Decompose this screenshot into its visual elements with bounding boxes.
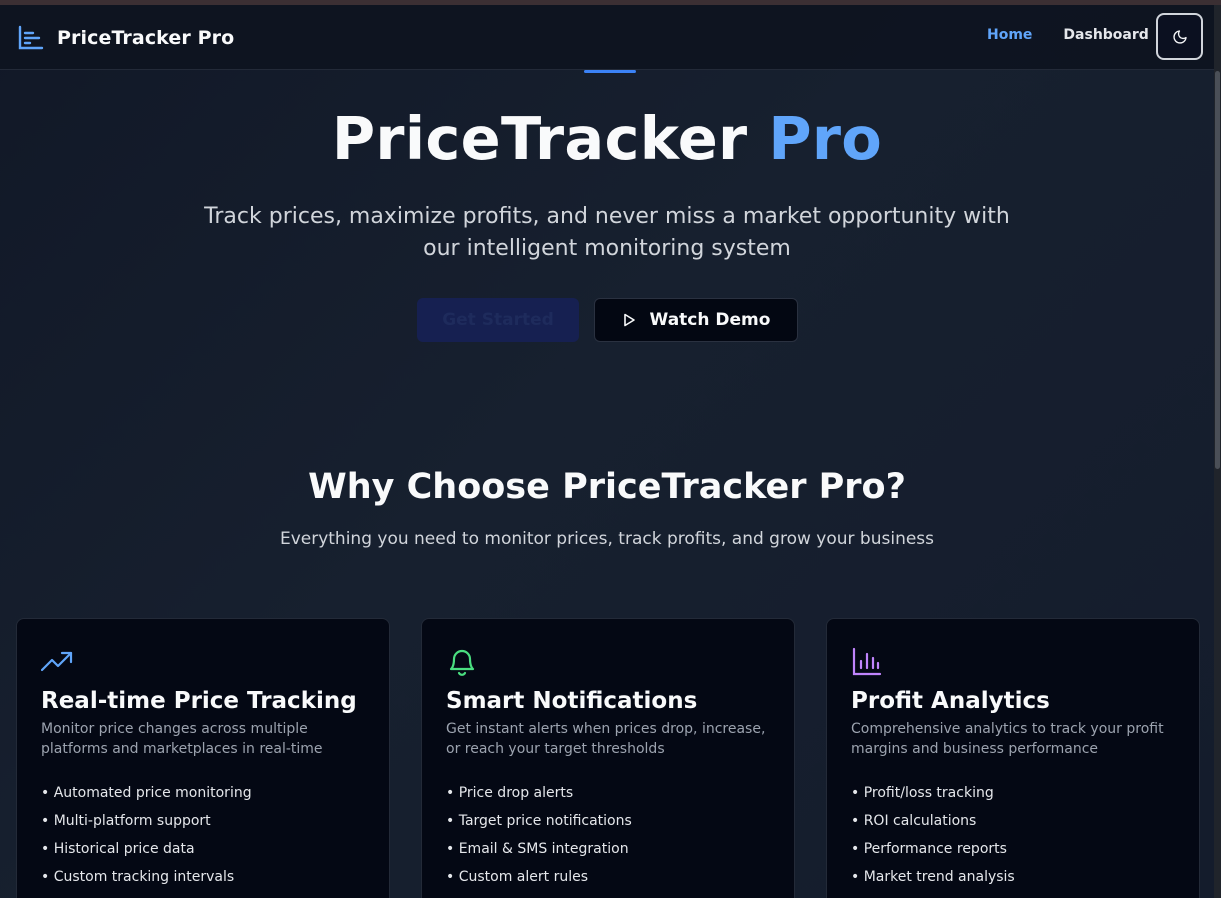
hero-title: PriceTracker Pro — [0, 104, 1214, 175]
trending-up-icon — [41, 651, 73, 672]
card-feature-item: • Profit/loss tracking — [851, 785, 994, 801]
theme-toggle-button[interactable] — [1156, 13, 1203, 60]
card-title: Smart Notifications — [446, 688, 698, 714]
card-feature-item: • Multi-platform support — [41, 813, 211, 829]
get-started-button[interactable]: Get Started — [417, 298, 579, 342]
watch-demo-button[interactable]: Watch Demo — [594, 298, 798, 342]
scrollbar-thumb[interactable] — [1215, 71, 1220, 469]
bell-icon — [449, 649, 475, 676]
chart-logo-icon — [18, 25, 44, 50]
features-title: Why Choose PriceTracker Pro? — [308, 467, 906, 507]
hero-title-accent: Pro — [768, 104, 883, 173]
nav-links: Home Dashboard — [987, 27, 1149, 43]
card-feature-item: • Performance reports — [851, 841, 1007, 857]
moon-icon — [1172, 29, 1187, 44]
hero-accent-bar — [584, 70, 636, 73]
watch-demo-label: Watch Demo — [649, 310, 771, 330]
card-feature-item: • Custom tracking intervals — [41, 869, 235, 885]
card-feature-item: • Custom alert rules — [446, 869, 588, 885]
card-description: Get instant alerts when prices drop, inc… — [446, 721, 766, 757]
card-feature-list: • Automated price monitoring • Multi-pla… — [41, 783, 365, 895]
feature-card-analytics: Profit Analytics Comprehensive analytics… — [826, 618, 1200, 898]
card-feature-item: • Target price notifications — [446, 813, 632, 829]
play-icon — [623, 313, 635, 327]
feature-card-notifications: Smart Notifications Get instant alerts w… — [421, 618, 795, 898]
hero-subtitle: Track prices, maximize profits, and neve… — [204, 204, 1010, 261]
card-feature-list: • Price drop alerts • Target price notif… — [446, 783, 770, 895]
card-feature-item: • ROI calculations — [851, 813, 977, 829]
page-scrollbar[interactable] — [1214, 5, 1221, 898]
card-feature-item: • Historical price data — [41, 841, 195, 857]
card-description: Comprehensive analytics to track your pr… — [851, 721, 1164, 757]
card-title: Real-time Price Tracking — [41, 688, 357, 714]
card-feature-item: • Market trend analysis — [851, 869, 1015, 885]
card-feature-list: • Profit/loss tracking • ROI calculation… — [851, 783, 1175, 895]
nav-dashboard-link[interactable]: Dashboard — [1063, 27, 1148, 43]
card-title: Profit Analytics — [851, 688, 1050, 714]
top-navbar: PriceTracker Pro Home Dashboard — [0, 5, 1214, 70]
bar-chart-icon — [852, 647, 882, 676]
nav-home-link[interactable]: Home — [987, 27, 1032, 43]
card-feature-item: • Automated price monitoring — [41, 785, 252, 801]
card-description: Monitor price changes across multiple pl… — [41, 721, 323, 757]
brand[interactable]: PriceTracker Pro — [17, 24, 234, 52]
card-feature-item: • Email & SMS integration — [446, 841, 629, 857]
hero-title-main: PriceTracker — [331, 104, 748, 173]
feature-card-price-tracking: Real-time Price Tracking Monitor price c… — [16, 618, 390, 898]
card-feature-item: • Price drop alerts — [446, 785, 574, 801]
features-subtitle: Everything you need to monitor prices, t… — [279, 529, 935, 549]
brand-name: PriceTracker Pro — [57, 27, 235, 49]
